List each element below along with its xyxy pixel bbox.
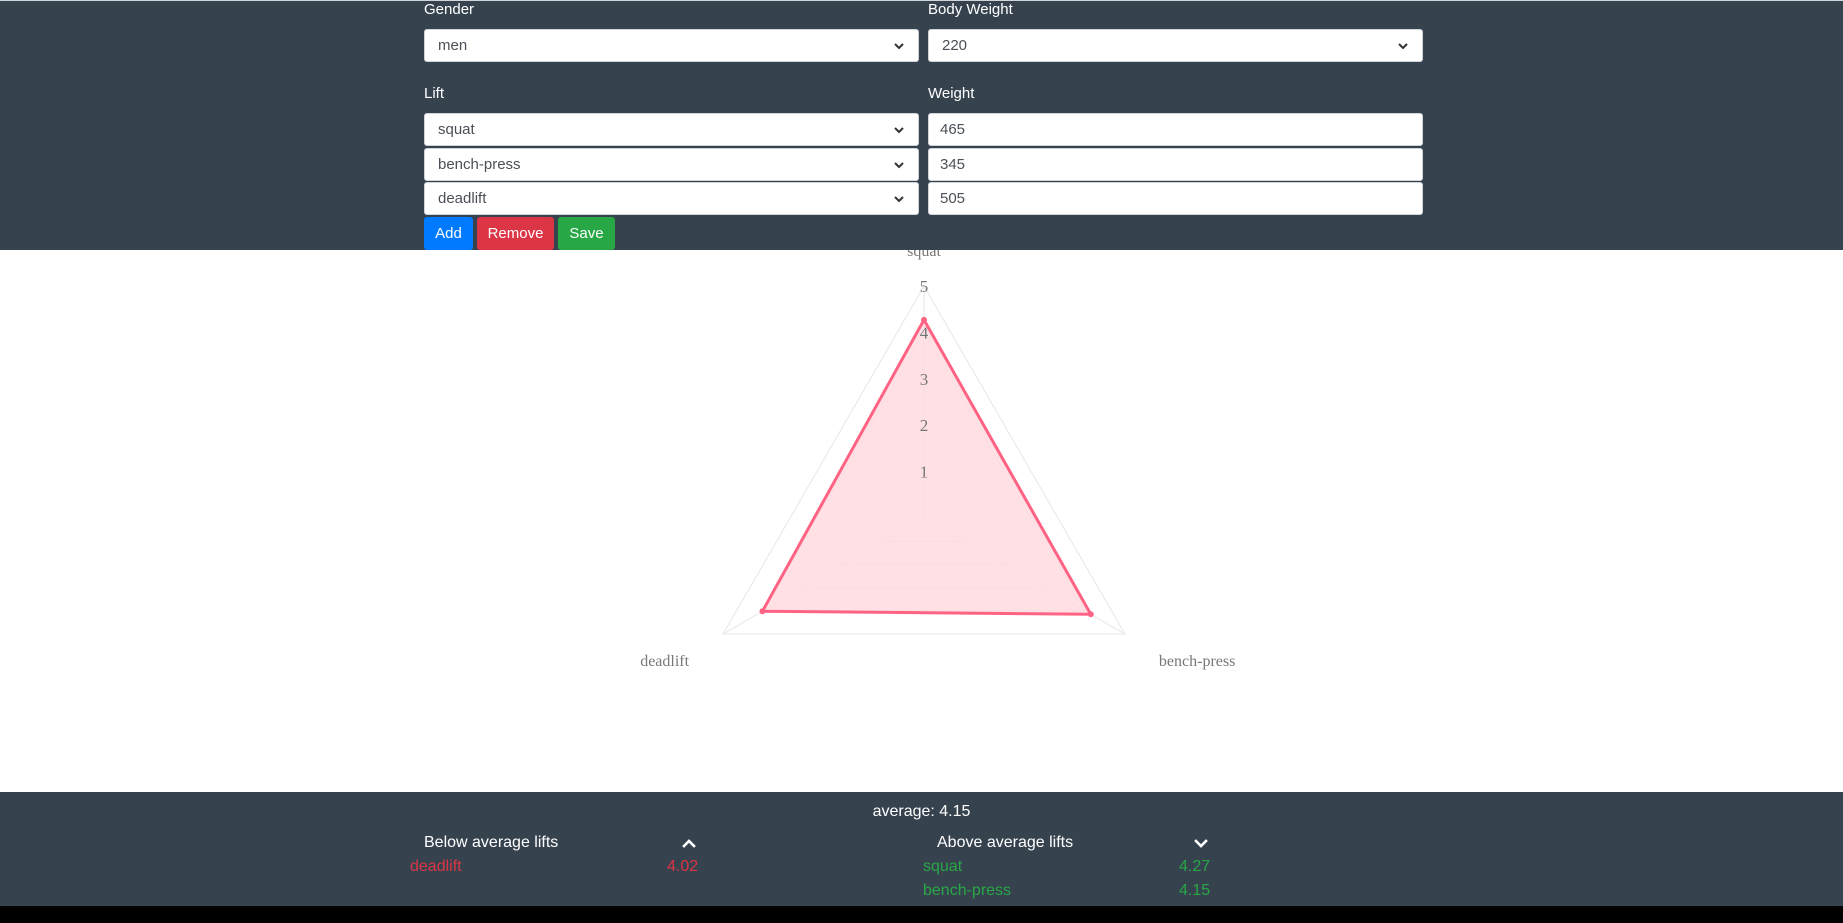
below-lift-name: deadlift <box>410 858 462 875</box>
above-lift-name: squat <box>923 858 963 875</box>
lift-select-value: squat <box>438 121 475 138</box>
summary-panel: average: 4.15 Below average lifts Above … <box>0 792 1843 906</box>
below-lift-score: 4.02 <box>667 858 699 875</box>
weight-label: Weight <box>928 85 975 102</box>
weight-input-1[interactable]: 465 <box>928 113 1423 146</box>
save-button[interactable]: Save <box>558 217 615 250</box>
chevron-up-icon[interactable] <box>681 835 697 851</box>
tick-label: 3 <box>920 370 929 389</box>
gender-select[interactable]: men <box>424 29 919 62</box>
bottom-bar <box>0 906 1843 923</box>
tick-label: 2 <box>920 416 929 435</box>
axis-label: deadlift <box>640 653 689 670</box>
above-lift-score: 4.15 <box>1179 882 1211 899</box>
average-text: average: 4.15 <box>872 803 971 820</box>
gender-select-value: men <box>438 37 468 54</box>
lift-select-1[interactable]: squat <box>424 113 919 146</box>
lift-select-3[interactable]: deadlift <box>424 182 919 215</box>
lift-form-panel: Gender men Body Weight 220 Lift Weight s… <box>0 0 1843 250</box>
bodyweight-select[interactable]: 220 <box>928 29 1423 62</box>
gender-label: Gender <box>424 1 475 18</box>
axis-label: bench-press <box>1159 653 1235 670</box>
add-button[interactable]: Add <box>424 217 473 250</box>
chevron-down-icon <box>894 161 904 168</box>
data-point <box>759 608 766 615</box>
weight-input-3[interactable]: 505 <box>928 182 1423 215</box>
lift-label: Lift <box>424 85 445 102</box>
above-lift-name: bench-press <box>923 882 1012 899</box>
average-row: average: 4.15 <box>0 803 1843 821</box>
axis-label: squat <box>907 250 941 260</box>
tick-label: 5 <box>920 277 929 296</box>
tick-label: 1 <box>920 463 929 482</box>
weight-input-2[interactable]: 345 <box>928 148 1423 181</box>
above-average-title: Above average lifts <box>937 834 1074 851</box>
chevron-down-icon <box>1398 42 1408 49</box>
lift-select-value: deadlift <box>438 190 487 207</box>
above-lift-score: 4.27 <box>1179 858 1211 875</box>
lift-select-value: bench-press <box>438 156 521 173</box>
tick-label: 4 <box>920 323 929 342</box>
chevron-down-icon[interactable] <box>1193 835 1209 851</box>
remove-button[interactable]: Remove <box>477 217 554 250</box>
chevron-down-icon <box>894 195 904 202</box>
radar-chart: 1 2 3 4 5 squat bench-press deadlift <box>640 250 1235 670</box>
chevron-down-icon <box>894 42 904 49</box>
below-average-title: Below average lifts <box>424 834 559 851</box>
bodyweight-label: Body Weight <box>928 1 1013 18</box>
bodyweight-select-value: 220 <box>942 37 968 54</box>
lift-select-2[interactable]: bench-press <box>424 148 919 181</box>
data-point <box>1087 611 1094 618</box>
chevron-down-icon <box>894 126 904 133</box>
data-point <box>921 316 927 323</box>
